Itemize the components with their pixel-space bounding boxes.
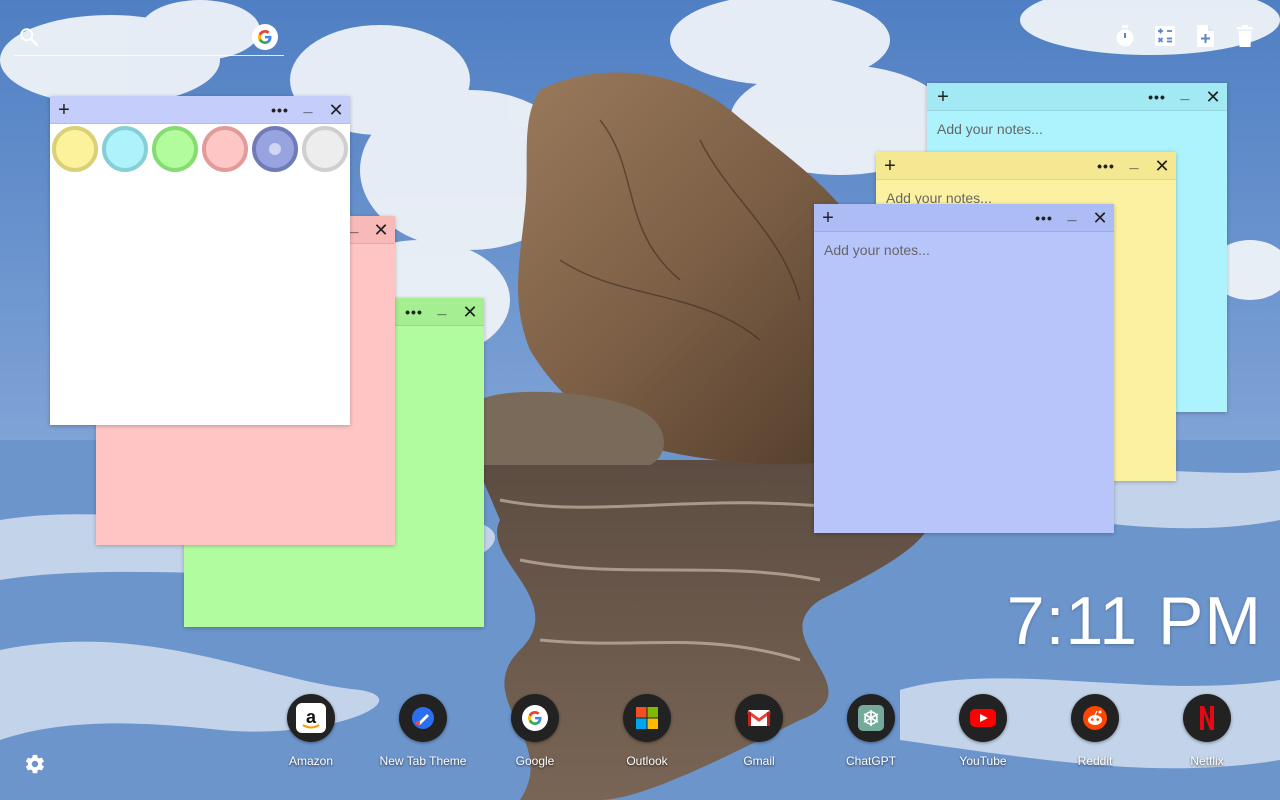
search-icon[interactable] xyxy=(18,26,40,48)
shortcut-label: ChatGPT xyxy=(845,754,896,768)
shortcut-dock: a Amazon New Tab Theme Google Outlook Gm… xyxy=(255,694,1263,768)
color-swatch-yellow[interactable] xyxy=(52,126,98,172)
search-input[interactable] xyxy=(46,24,246,52)
note-close-button[interactable]: ✕ xyxy=(369,216,393,244)
note-text-area[interactable] xyxy=(50,178,350,425)
google-search-engine-icon[interactable] xyxy=(252,24,278,50)
note-more-button[interactable]: ••• xyxy=(402,298,426,326)
top-toolbar xyxy=(1114,24,1256,48)
color-swatch-cyan[interactable] xyxy=(102,126,148,172)
shortcut-label: Reddit xyxy=(1077,754,1113,768)
sticky-note-blue: + ••• _ ✕ xyxy=(814,204,1114,533)
shortcut-chatgpt[interactable]: ChatGPT xyxy=(815,694,927,768)
note-text-area[interactable] xyxy=(814,233,1114,533)
shortcut-youtube[interactable]: YouTube xyxy=(927,694,1039,768)
clock: 7:11 PM xyxy=(1006,583,1262,659)
outlook-icon xyxy=(623,694,671,742)
note-close-button[interactable]: ✕ xyxy=(1088,204,1112,232)
shortcut-reddit[interactable]: Reddit xyxy=(1039,694,1151,768)
note-close-button[interactable]: ✕ xyxy=(324,96,348,124)
color-swatch-blue[interactable] xyxy=(252,126,298,172)
note-more-button[interactable]: ••• xyxy=(1032,204,1056,232)
add-note-button[interactable]: + xyxy=(878,152,902,180)
note-minimize-button[interactable]: _ xyxy=(1060,204,1084,232)
color-swatch-white[interactable] xyxy=(302,126,348,172)
trash-icon[interactable] xyxy=(1234,24,1256,48)
note-toolbar: + ••• _ ✕ xyxy=(814,204,1114,232)
note-minimize-button[interactable]: _ xyxy=(296,96,320,124)
note-minimize-button[interactable]: _ xyxy=(1173,83,1197,111)
add-note-button[interactable]: + xyxy=(816,204,840,232)
note-minimize-button[interactable]: _ xyxy=(1122,152,1146,180)
sticky-note-white: + ••• _ ✕ xyxy=(50,96,350,425)
gear-icon[interactable] xyxy=(24,753,46,775)
shortcut-gmail[interactable]: Gmail xyxy=(703,694,815,768)
shortcut-label: New Tab Theme xyxy=(379,754,467,768)
shortcut-label: Netflix xyxy=(1190,754,1224,768)
color-swatch-pink[interactable] xyxy=(202,126,248,172)
svg-text:a: a xyxy=(306,707,317,727)
shortcut-google[interactable]: Google xyxy=(479,694,591,768)
netflix-icon xyxy=(1183,694,1231,742)
shortcut-label: YouTube xyxy=(959,754,1007,768)
chatgpt-icon xyxy=(847,694,895,742)
gmail-icon xyxy=(735,694,783,742)
calculator-icon[interactable] xyxy=(1154,24,1176,48)
google-icon xyxy=(511,694,559,742)
color-picker xyxy=(52,126,348,172)
shortcut-label: Gmail xyxy=(743,754,775,768)
shortcut-label: Google xyxy=(515,754,555,768)
search-bar xyxy=(14,22,284,56)
shortcut-new-tab-theme[interactable]: New Tab Theme xyxy=(367,694,479,768)
shortcut-outlook[interactable]: Outlook xyxy=(591,694,703,768)
note-close-button[interactable]: ✕ xyxy=(1201,83,1225,111)
color-swatch-green[interactable] xyxy=(152,126,198,172)
note-toolbar: + ••• _ ✕ xyxy=(876,152,1176,180)
youtube-icon xyxy=(959,694,1007,742)
note-close-button[interactable]: ✕ xyxy=(458,298,482,326)
note-close-button[interactable]: ✕ xyxy=(1150,152,1174,180)
note-minimize-button[interactable]: _ xyxy=(430,298,454,326)
note-more-button[interactable]: ••• xyxy=(1094,152,1118,180)
add-note-icon[interactable] xyxy=(1194,24,1216,48)
note-more-button[interactable]: ••• xyxy=(1145,83,1169,111)
shortcut-label: Amazon xyxy=(288,754,334,768)
add-note-button[interactable]: + xyxy=(52,96,76,124)
shortcut-amazon[interactable]: a Amazon xyxy=(255,694,367,768)
note-toolbar: + ••• _ ✕ xyxy=(50,96,350,124)
stopwatch-icon[interactable] xyxy=(1114,24,1136,48)
amazon-icon: a xyxy=(287,694,335,742)
shortcut-netflix[interactable]: Netflix xyxy=(1151,694,1263,768)
shortcut-label: Outlook xyxy=(626,754,668,768)
new-tab-theme-icon xyxy=(399,694,447,742)
reddit-icon xyxy=(1071,694,1119,742)
note-toolbar: + ••• _ ✕ xyxy=(927,83,1227,111)
add-note-button[interactable]: + xyxy=(931,83,955,111)
note-more-button[interactable]: ••• xyxy=(268,96,292,124)
